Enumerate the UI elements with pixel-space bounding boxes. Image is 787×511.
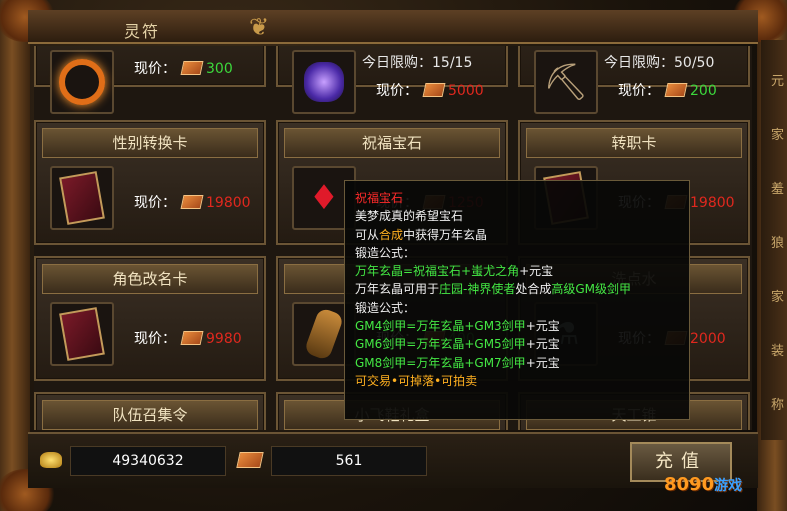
lingfu-coin-icon [180,331,204,345]
shop-item-card[interactable]: 性别转换卡 现价： 19800 [34,120,266,245]
tooltip-segment: GM6剑甲=万年玄晶+GM5剑甲 [355,337,526,352]
tooltip-segment: 处合成 [515,282,552,297]
price-row: 现价： 19800 [134,192,251,212]
tooltip-segment: +元宝 [525,319,560,334]
tooltip-segment: +元宝 [525,355,560,370]
price-label: 现价： [376,83,418,99]
tooltip-line: GM8剑甲=万年玄晶+GM7剑甲+元宝 [355,354,679,372]
purchase-limit: 今日限购：15/15 [362,55,473,71]
currency-bar: 49340632 561 充值 [28,432,758,488]
tooltip-line: 可从合成中获得万年玄晶 [355,226,679,244]
purchase-limit: 今日限购：50/50 [604,55,715,71]
card-book-icon[interactable] [50,302,114,366]
price-label: 现价： [134,331,176,347]
gold-balance: 49340632 [70,446,226,476]
price-row: 现价： 9980 [134,328,242,348]
tooltip-line: GM6剑甲=万年玄晶+GM5剑甲+元宝 [355,335,679,353]
game-window-frame: 元家羞狼家装称 灵符 ❦ 现价： 300 现价： 5000 今日限购：15/15 ⛏ … [0,0,787,511]
tooltip-segment: 庄园-神界使者 [439,282,516,297]
side-panel-label: 家 [771,128,785,143]
shop-item-card[interactable]: 现价： 300 [34,46,266,114]
side-panel-label: 元 [771,74,785,89]
item-name: 祝福宝石 [284,128,500,158]
price-row: 现价： 300 [134,58,233,78]
tooltip-line: 锻造公式： [355,244,679,262]
tooltip-segment: GM8剑甲=万年玄晶+GM7剑甲 [355,355,526,370]
item-name: 角色改名卡 [42,264,258,294]
side-panel-label: 羞 [771,182,785,197]
price-row: 现价： 5000 [376,80,484,100]
price-label: 现价： [134,195,176,211]
tooltip-line: 锻造公式： [355,299,679,317]
item-price: 200 [690,83,717,99]
tooltip-segment: 美梦成真的希望宝石 [355,209,464,224]
tooltip-segment: 万年玄晶可用于 [355,282,440,297]
pickaxe-icon[interactable]: ⛏ [534,50,598,114]
tooltip-segment: 万年玄晶=祝福宝石+蚩尤之角 [355,264,520,279]
tooltip-segment: 可从 [355,227,380,242]
tooltip-segment: GM4剑甲=万年玄晶+GM3剑甲 [355,319,526,334]
card-book-icon[interactable] [50,166,114,230]
shop-item-card[interactable]: 队伍召集令 [34,392,266,430]
shop-item-card[interactable]: 现价： 5000 今日限购：15/15 [276,46,508,114]
fire-ring-icon[interactable] [50,50,114,114]
tooltip-segment: 中获得万年玄晶 [403,227,488,242]
purple-gem-icon[interactable] [292,50,356,114]
side-panel-label: 称 [771,398,785,413]
tooltip-segment: 可交易•可掉落•可拍卖 [355,373,478,388]
item-name: 性别转换卡 [42,128,258,158]
lingfu-coin-icon [180,61,204,75]
tooltip-segment: 锻造公式： [355,300,416,315]
price-label: 现价： [618,83,660,99]
price-row: 现价： 200 [618,80,717,100]
title-emblem-icon: ❦ [248,13,270,41]
side-panel-label: 狼 [771,236,785,251]
side-panel-label: 家 [771,290,785,305]
item-price: 19800 [690,195,735,211]
lingfu-coin-icon [422,83,446,97]
tooltip-segment: 锻造公式： [355,245,416,260]
tooltip-segment: +元宝 [525,337,560,352]
tooltip-segment: 合成 [379,227,404,242]
gold-ingot-icon [40,452,62,468]
shop-item-card[interactable]: ⛏ 现价： 200 今日限购：50/50 [518,46,750,114]
tooltip-line: 万年玄晶可用于庄园-神界使者处合成高级GM级剑甲 [355,280,679,298]
tooltip-line: 万年玄晶=祝福宝石+蚩尤之角+元宝 [355,262,679,280]
frame-border-left [0,0,30,511]
tooltip-segment: 高级GM级剑甲 [551,282,632,297]
item-price: 300 [206,61,233,77]
item-tooltip: 祝福宝石 美梦成真的希望宝石 可从合成中获得万年玄晶 锻造公式： 万年玄晶=祝福宝石+… [344,180,690,420]
lingfu-balance: 561 [271,446,427,476]
tooltip-title: 祝福宝石 [355,191,404,205]
site-watermark: 8090游戏 [664,474,742,495]
tooltip-line: 美梦成真的希望宝石 [355,207,679,225]
shop-title-bar: 灵符 ❦ [28,10,758,44]
item-name: 转职卡 [526,128,742,158]
price-label: 现价： [134,61,176,77]
lingfu-coin-icon [236,452,264,468]
item-price: 19800 [206,195,251,211]
side-panel-label: 装 [771,344,785,359]
lingfu-coin-icon [664,83,688,97]
side-panel-strip: 元家羞狼家装称 [761,40,787,440]
item-price: 9980 [206,331,242,347]
shop-item-card[interactable]: 角色改名卡 现价： 9980 [34,256,266,381]
item-price: 2000 [690,331,726,347]
watermark-number: 8090 [664,474,715,495]
tooltip-line: 可交易•可掉落•可拍卖 [355,372,679,390]
item-price: 5000 [448,83,484,99]
watermark-sub: 游戏 [714,478,743,494]
tooltip-line: GM4剑甲=万年玄晶+GM3剑甲+元宝 [355,317,679,335]
lingfu-coin-icon [180,195,204,209]
tooltip-segment: +元宝 [519,264,554,279]
shop-title: 灵符 [124,22,161,41]
item-name: 队伍召集令 [42,400,258,430]
